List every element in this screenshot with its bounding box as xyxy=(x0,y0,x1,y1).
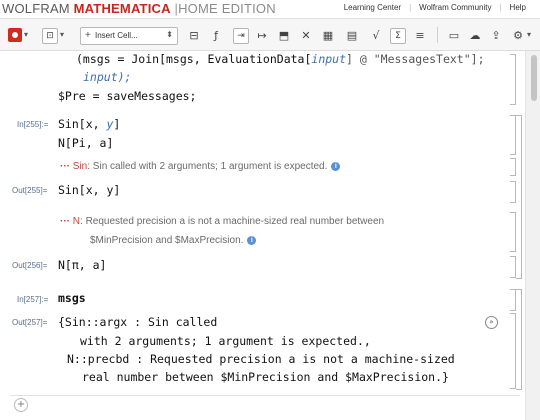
evaluation-box-icon[interactable]: ⊡ xyxy=(42,28,58,44)
code-line[interactable]: input); xyxy=(83,70,131,84)
delete-icon[interactable]: ✕ xyxy=(298,27,314,43)
plot-icon[interactable]: ⬒ xyxy=(276,27,292,43)
text-format-icon[interactable]: ⊟ xyxy=(186,27,202,43)
top-links: Learning Center | Wolfram Community | Help xyxy=(336,3,534,12)
expand-output-icon[interactable]: » xyxy=(485,316,498,329)
insert-cell-plus-icon[interactable]: + xyxy=(14,398,28,412)
output-line[interactable]: N::precbd : Requested precision a is not… xyxy=(67,352,455,366)
cloud-icon[interactable]: ☁ xyxy=(467,27,483,43)
input-line[interactable]: msgs xyxy=(58,291,86,305)
more-icon[interactable]: ≡ xyxy=(412,27,428,43)
vertical-scrollbar[interactable] xyxy=(525,51,540,420)
output-label: Out[256]= xyxy=(12,261,48,270)
evaluation-menu-chevron-icon[interactable]: ▾ xyxy=(60,30,64,39)
learning-center-link[interactable]: Learning Center xyxy=(336,3,409,12)
title-bar: WOLFRAM MATHEMATICA |HOME EDITION Learni… xyxy=(0,0,540,19)
brand-edition: HOME EDITION xyxy=(178,1,276,16)
abort-evaluation-icon[interactable] xyxy=(8,28,22,42)
matrix-icon[interactable]: ▦ xyxy=(320,27,336,43)
insert-cell-dropdown[interactable]: + Insert Cell... ⬍ xyxy=(80,27,178,45)
cell-insertion-bar[interactable] xyxy=(10,395,520,410)
message-dots-icon[interactable]: ··· xyxy=(60,161,70,172)
table-icon[interactable]: ▤ xyxy=(344,27,360,43)
wolfram-community-link[interactable]: Wolfram Community xyxy=(411,3,499,12)
code-line[interactable]: $Pre = saveMessages; xyxy=(58,89,196,103)
group-bracket[interactable] xyxy=(516,115,522,279)
cell-bracket[interactable] xyxy=(510,54,516,105)
function-icon[interactable]: ƒ xyxy=(208,27,224,43)
info-icon[interactable]: i xyxy=(247,235,257,245)
insert-plus-icon: + xyxy=(85,30,91,41)
evaluate-icon[interactable]: ↦ xyxy=(254,27,270,43)
message-n-line2: $MinPrecision and $MaxPrecision. i xyxy=(90,235,257,246)
output-line[interactable]: real number between $MinPrecision and $M… xyxy=(82,370,449,384)
chat-icon[interactable]: ▭ xyxy=(446,27,462,43)
sum-icon[interactable]: Σ xyxy=(390,28,406,44)
output-label: Out[255]= xyxy=(12,186,48,195)
toolbar: ▾ ⊡ ▾ + Insert Cell... ⬍ ⊟ ƒ ⇥ ↦ ⬒ ✕ ▦ ▤… xyxy=(0,19,540,51)
info-icon[interactable]: i xyxy=(331,161,341,171)
settings-icon[interactable]: ⚙ xyxy=(510,27,526,43)
toolbar-divider xyxy=(437,27,438,43)
input-label: In[255]:= xyxy=(17,120,49,129)
group-bracket[interactable] xyxy=(516,289,522,390)
scrollbar-thumb[interactable] xyxy=(531,55,537,101)
input-line[interactable]: N[Pi, a] xyxy=(58,136,113,150)
square-root-icon[interactable]: √ xyxy=(368,27,384,43)
share-icon[interactable]: ⇪ xyxy=(488,27,504,43)
input-label: In[257]:= xyxy=(17,295,49,304)
app-brand: WOLFRAM MATHEMATICA |HOME EDITION xyxy=(2,1,276,16)
message-dots-icon[interactable]: ··· xyxy=(60,216,70,227)
output-line[interactable]: {Sin::argx : Sin called xyxy=(58,315,217,329)
brand-wolfram: WOLFRAM xyxy=(2,1,70,16)
code-line[interactable]: (msgs = Join[msgs, EvaluationData[input]… xyxy=(76,52,485,66)
output-value[interactable]: Sin[x, y] xyxy=(58,183,120,197)
message-sin: ··· Sin: Sin called with 2 arguments; 1 … xyxy=(60,161,341,172)
abort-menu-chevron-icon[interactable]: ▾ xyxy=(24,30,28,39)
output-line[interactable]: with 2 arguments; 1 argument is expected… xyxy=(80,334,371,348)
input-form-icon[interactable]: ⇥ xyxy=(233,28,249,44)
insert-cell-label: Insert Cell... xyxy=(95,31,138,40)
settings-chevron-icon[interactable]: ▾ xyxy=(527,30,531,39)
brand-mathematica: MATHEMATICA xyxy=(73,1,171,16)
chevron-down-icon: ⬍ xyxy=(166,30,173,39)
output-value[interactable]: N[π, a] xyxy=(58,258,106,272)
output-label: Out[257]= xyxy=(12,318,48,327)
input-line[interactable]: Sin[x, y] xyxy=(58,117,120,131)
help-link[interactable]: Help xyxy=(502,3,534,12)
message-n: ··· N: Requested precision a is not a ma… xyxy=(60,216,385,227)
